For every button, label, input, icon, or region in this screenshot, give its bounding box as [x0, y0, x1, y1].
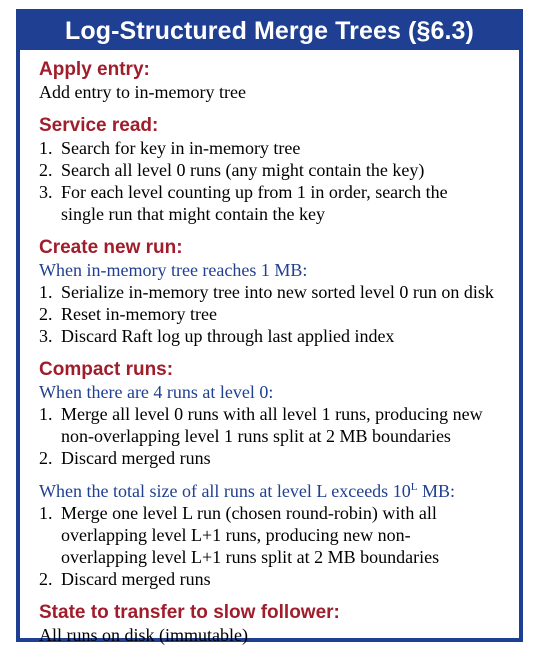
condition-suffix: MB: — [417, 481, 455, 501]
slide-panel: Log-Structured Merge Trees (§6.3) Apply … — [16, 9, 523, 645]
title-bar: Log-Structured Merge Trees (§6.3) — [20, 13, 519, 50]
list-number: 3. — [39, 182, 53, 202]
list-item: 2. Discard merged runs — [39, 568, 519, 590]
list-item: 1. Merge all level 0 runs with all level… — [39, 403, 519, 447]
apply-entry-text: Add entry to in-memory tree — [39, 82, 246, 102]
list-item: 1. Serialize in-memory tree into new sor… — [39, 281, 519, 303]
list-number: 2. — [39, 569, 53, 589]
list-text: Serialize in-memory tree into new sorted… — [61, 282, 494, 302]
apply-entry-heading: Apply entry: — [39, 59, 150, 80]
compact-condition-level-l: When the total size of all runs at level… — [39, 480, 519, 502]
list-number: 2. — [39, 160, 53, 180]
list-text: Search all level 0 runs (any might conta… — [61, 160, 425, 180]
transfer-state-section: State to transfer to slow follower: All … — [39, 601, 519, 646]
list-number: 3. — [39, 326, 53, 346]
slide-title: Log-Structured Merge Trees (§6.3) — [65, 17, 474, 45]
list-number: 1. — [39, 138, 53, 158]
list-text: Reset in-memory tree — [61, 304, 217, 324]
transfer-state-text: All runs on disk (immutable) — [39, 625, 248, 645]
list-text: Discard Raft log up through last applied… — [61, 326, 395, 346]
compact-condition-level0: When there are 4 runs at level 0: — [39, 382, 274, 402]
list-item: 3. For each level counting up from 1 in … — [39, 181, 519, 225]
list-item: 2. Reset in-memory tree — [39, 303, 519, 325]
condition-prefix: When the total size of all runs at level… — [39, 481, 411, 501]
list-number: 2. — [39, 304, 53, 324]
list-item: 1. Search for key in in-memory tree — [39, 137, 519, 159]
compact-runs-section: Compact runs: When there are 4 runs at l… — [39, 358, 519, 590]
list-item: 1. Merge one level L run (chosen round-r… — [39, 502, 519, 568]
list-text: Discard merged runs — [61, 569, 211, 589]
compact-runs-heading: Compact runs: — [39, 359, 174, 380]
list-number: 1. — [39, 282, 53, 302]
list-number: 1. — [39, 404, 53, 424]
list-text: For each level counting up from 1 in ord… — [61, 182, 448, 224]
list-text: Merge one level L run (chosen round-robi… — [61, 503, 440, 567]
list-number: 2. — [39, 448, 53, 468]
list-item: 2. Discard merged runs — [39, 447, 519, 469]
list-text: Discard merged runs — [61, 448, 211, 468]
service-read-heading: Service read: — [39, 115, 159, 136]
list-number: 1. — [39, 503, 53, 523]
create-run-heading: Create new run: — [39, 237, 183, 258]
transfer-state-heading: State to transfer to slow follower: — [39, 602, 340, 623]
apply-entry-section: Apply entry: Add entry to in-memory tree — [39, 58, 519, 103]
list-item: 3. Discard Raft log up through last appl… — [39, 325, 519, 347]
create-run-condition: When in-memory tree reaches 1 MB: — [39, 260, 308, 280]
list-text: Merge all level 0 runs with all level 1 … — [61, 404, 483, 446]
slide-content: Apply entry: Add entry to in-memory tree… — [20, 50, 519, 646]
service-read-section: Service read: 1. Search for key in in-me… — [39, 114, 519, 225]
create-run-section: Create new run: When in-memory tree reac… — [39, 236, 519, 347]
list-item: 2. Search all level 0 runs (any might co… — [39, 159, 519, 181]
list-text: Search for key in in-memory tree — [61, 138, 301, 158]
